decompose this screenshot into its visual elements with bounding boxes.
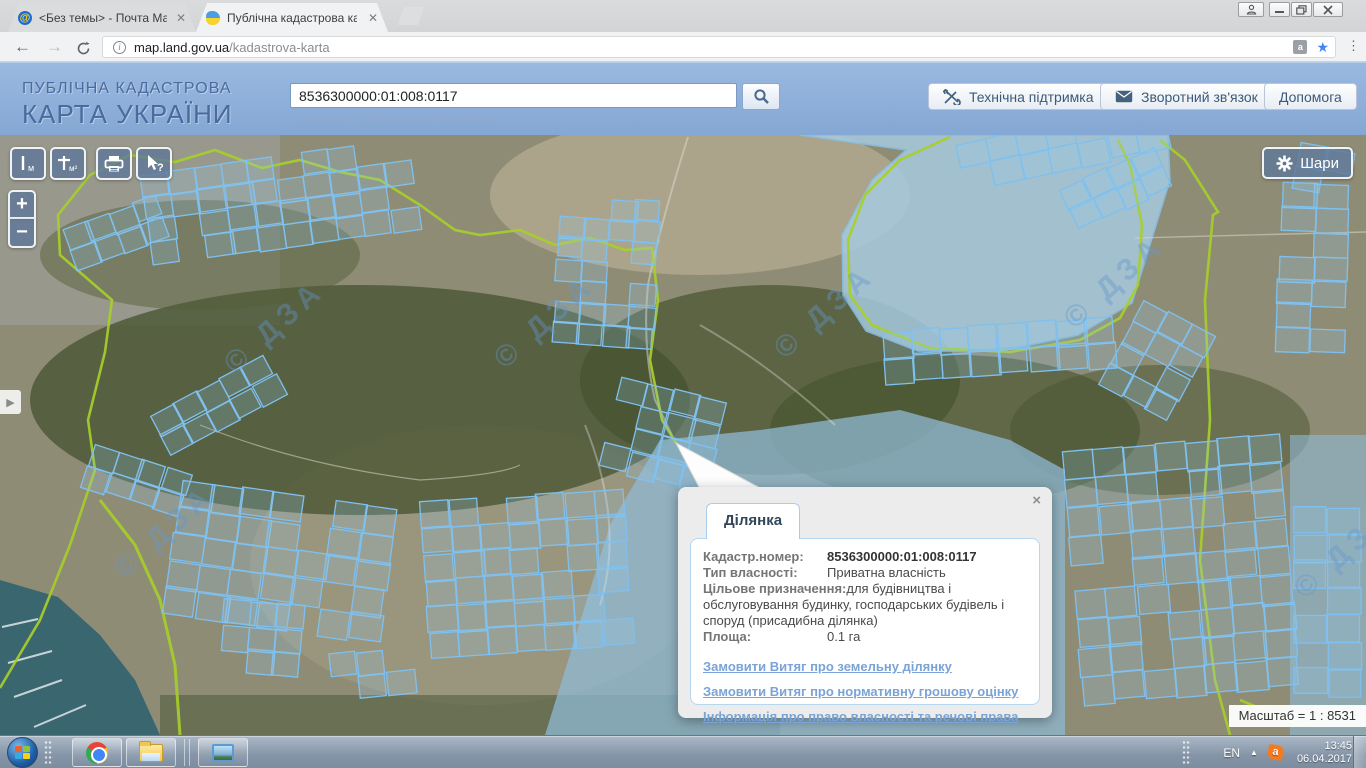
folder-icon xyxy=(139,744,163,762)
translate-icon[interactable]: a xyxy=(1293,40,1307,54)
browser-titlebar: @ <Без темы> - Почта Ма ✕ Публічна кадас… xyxy=(0,0,1366,32)
feedback-button[interactable]: Зворотний зв'язок xyxy=(1100,83,1273,110)
site-header: ПУБЛІЧНА КАДАСТРОВА КАРТА УКРАЇНИ Наприк… xyxy=(0,62,1366,135)
zoom-in-button[interactable]: + xyxy=(8,190,36,219)
minimize-button[interactable] xyxy=(1269,2,1290,17)
tab-cadastral-map[interactable]: Публічна кадастрова ка ✕ xyxy=(196,3,388,32)
zoom-out-button[interactable]: − xyxy=(8,219,36,248)
page-info-icon[interactable]: i xyxy=(113,41,126,54)
unit: м xyxy=(28,163,34,173)
popup-content: Кадастр.номер:8536300000:01:008:0117 Тип… xyxy=(690,538,1040,705)
qmark: ? xyxy=(157,162,164,174)
ownership-info-link[interactable]: Інформація про право власності та речові… xyxy=(703,709,1027,724)
button-label: Зворотний зв'язок xyxy=(1141,89,1258,105)
search-icon xyxy=(753,88,770,105)
envelope-icon xyxy=(1115,90,1133,103)
taskbar-explorer-button[interactable] xyxy=(126,738,176,767)
map-scale: Масштаб = 1 : 8531 xyxy=(1229,705,1366,727)
date: 06.04.2017 xyxy=(1297,753,1352,766)
maximize-button[interactable] xyxy=(1291,2,1312,17)
identify-button[interactable]: ? xyxy=(136,147,172,180)
tools-icon xyxy=(943,89,961,105)
address-bar[interactable]: i map.land.gov.ua/kadastrova-karta a ★ xyxy=(102,36,1336,58)
show-desktop-button[interactable] xyxy=(1353,736,1366,768)
logo-line2: КАРТА УКРАЇНИ xyxy=(22,99,233,130)
tab-title: Публічна кадастрова ка xyxy=(227,11,357,25)
cursor-question-icon: ? xyxy=(143,154,165,174)
taskbar-separator xyxy=(189,739,190,766)
gear-icon xyxy=(1276,155,1293,172)
ownership-type-row: Тип власності:Приватна власність xyxy=(703,565,1027,581)
system-tray: EN ▲ a 13:45 06.04.2017 xyxy=(1223,736,1352,768)
order-extract-link[interactable]: Замовити Витяг про земельну ділянку xyxy=(703,659,1027,674)
avast-icon[interactable]: a xyxy=(1267,744,1284,761)
tab-title: <Без темы> - Почта Ма xyxy=(39,11,167,25)
sidebar-expand-button[interactable]: ▶ xyxy=(0,390,21,414)
tray-expand-icon[interactable]: ▲ xyxy=(1250,748,1258,757)
profile-icon[interactable] xyxy=(1238,2,1264,17)
time: 13:45 xyxy=(1297,740,1352,753)
measure-area-button[interactable]: м² м² xyxy=(50,147,86,180)
purpose-row: Цільове призначення:для будівництва і об… xyxy=(703,581,1027,629)
language-indicator[interactable]: EN xyxy=(1223,746,1240,760)
print-button[interactable] xyxy=(96,147,132,180)
chrome-menu-icon[interactable]: ⋮ xyxy=(1347,38,1360,54)
tab-close-icon[interactable]: ✕ xyxy=(174,11,188,25)
cadastral-number-row: Кадастр.номер:8536300000:01:008:0117 xyxy=(703,549,1027,565)
url-path: /kadastrova-karta xyxy=(229,40,329,55)
photo-viewer-icon xyxy=(212,744,234,762)
chevron-right-icon: ▶ xyxy=(6,396,14,409)
windows-logo-icon xyxy=(15,746,30,759)
layers-label: Шари xyxy=(1300,155,1339,172)
new-tab-button[interactable] xyxy=(398,7,424,25)
tab-close-icon[interactable]: ✕ xyxy=(366,11,380,25)
cadastral-search-input[interactable] xyxy=(290,83,737,108)
printer-icon xyxy=(104,155,124,173)
area-row: Площа:0.1 га xyxy=(703,629,1027,645)
popup-close-icon[interactable]: × xyxy=(1032,492,1041,509)
taskbar-photo-viewer-button[interactable] xyxy=(198,738,248,767)
measure-length-button[interactable]: м м xyxy=(10,147,46,180)
browser-toolbar: ← → i map.land.gov.ua/kadastrova-karta a… xyxy=(0,32,1366,62)
map-toolbar: м м м² м² ? xyxy=(10,147,172,180)
help-button[interactable]: Допомога xyxy=(1264,83,1357,110)
taskbar: EN ▲ a 13:45 06.04.2017 xyxy=(0,735,1366,768)
forward-icon: → xyxy=(46,34,63,60)
screen: @ <Без темы> - Почта Ма ✕ Публічна кадас… xyxy=(0,0,1366,768)
chrome-icon xyxy=(86,742,108,764)
layers-button[interactable]: Шари xyxy=(1262,147,1353,179)
start-button[interactable] xyxy=(7,737,38,768)
reload-icon[interactable] xyxy=(76,38,91,64)
map-viewport[interactable]: © ДЗА © ДЗА © ДЗА © ДЗА © ДЗА © ДЗА м м … xyxy=(0,135,1366,735)
search-button[interactable] xyxy=(742,83,780,110)
taskbar-separator xyxy=(184,739,185,766)
taskbar-grip xyxy=(44,740,53,765)
url-text[interactable]: map.land.gov.ua/kadastrova-karta xyxy=(134,40,330,55)
popup-tab-dilyanka[interactable]: Ділянка xyxy=(706,503,800,539)
back-icon[interactable]: ← xyxy=(14,34,31,60)
zoom-control: + − xyxy=(8,190,36,248)
site-logo[interactable]: ПУБЛІЧНА КАДАСТРОВА КАРТА УКРАЇНИ xyxy=(22,80,233,130)
logo-line1: ПУБЛІЧНА КАДАСТРОВА xyxy=(22,80,233,98)
url-host: map.land.gov.ua xyxy=(134,40,229,55)
ukraine-map-icon xyxy=(206,11,220,25)
button-label: Технічна підтримка xyxy=(969,89,1094,105)
tray-grip xyxy=(1182,740,1191,765)
order-valuation-link[interactable]: Замовити Витяг про нормативну грошову оц… xyxy=(703,684,1027,699)
unit2: м² xyxy=(69,164,78,173)
parcel-info-popup: × Ділянка Кадастр.номер:8536300000:01:00… xyxy=(678,487,1052,718)
close-button[interactable] xyxy=(1313,2,1343,17)
search-hint: Наприклад: 3221655100:01:047:0052 xyxy=(292,113,497,127)
bookmark-star-icon[interactable]: ★ xyxy=(1316,39,1329,56)
tech-support-button[interactable]: Технічна підтримка xyxy=(928,83,1109,110)
button-label: Допомога xyxy=(1279,89,1342,105)
taskbar-chrome-button[interactable] xyxy=(72,738,122,767)
clock[interactable]: 13:45 06.04.2017 xyxy=(1297,740,1352,766)
mailru-at-icon: @ xyxy=(18,11,32,25)
tab-mail[interactable]: @ <Без темы> - Почта Ма ✕ xyxy=(8,3,196,32)
